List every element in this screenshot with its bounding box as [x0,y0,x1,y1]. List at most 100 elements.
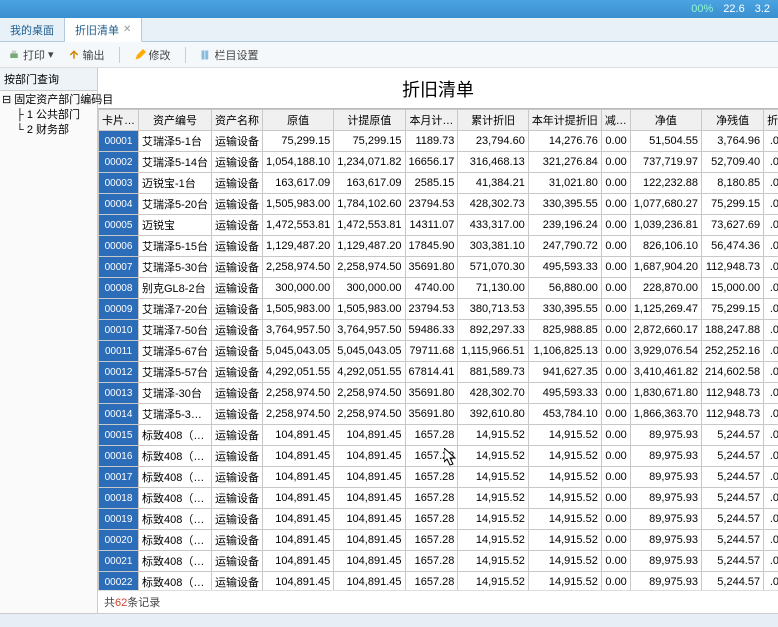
cell: 1657.28 [405,509,458,530]
cell: 00014 [99,404,139,425]
cell: 104,891.45 [263,551,334,572]
cell: .0158 [764,572,778,591]
table-row[interactable]: 00009艾瑞泽7-20台运输设备1,505,983.001,505,983.0… [99,299,778,320]
cell: 5,244.57 [702,572,764,591]
cell: 104,891.45 [263,509,334,530]
tree-item-finance[interactable]: └ 2 财务部 [2,123,95,138]
close-icon[interactable]: ✕ [123,24,131,35]
table-row[interactable]: 00006艾瑞泽5-15台运输设备1,129,487.201,129,487.2… [99,236,778,257]
export-button[interactable]: 输出 [68,47,105,63]
cell: 1,687,904.20 [630,257,701,278]
tab-desktop[interactable]: 我的桌面 [0,18,65,41]
cell: 8,180.85 [702,173,764,194]
table-row[interactable]: 00008别克GL8-2台运输设备300,000.00300,000.00474… [99,278,778,299]
cell: 89,975.93 [630,446,701,467]
cell: 89,975.93 [630,530,701,551]
table-row[interactable]: 00022标致408（…运输设备104,891.45104,891.451657… [99,572,778,591]
cell: 104,891.45 [334,488,405,509]
cell: 2,258,974.50 [334,257,405,278]
cell: 104,891.45 [263,530,334,551]
cell: .0158 [764,425,778,446]
cell: .0158 [764,194,778,215]
cell: 运输设备 [212,446,263,467]
table-row[interactable]: 00021标致408（…运输设备104,891.45104,891.451657… [99,551,778,572]
cell: 303,381.10 [458,236,528,257]
cell: 1,505,983.00 [334,299,405,320]
table-row[interactable]: 00014艾瑞泽5-3…运输设备2,258,974.502,258,974.50… [99,404,778,425]
cell: 00009 [99,299,139,320]
cell: 163,617.09 [263,173,334,194]
cell: 737,719.97 [630,152,701,173]
table-row[interactable]: 00010艾瑞泽7-50台运输设备3,764,957.503,764,957.5… [99,320,778,341]
cell: 75,299.15 [334,131,405,152]
cell: 321,276.84 [528,152,601,173]
column-header[interactable]: 原值 [263,110,334,131]
table-row[interactable]: 00018标致408（…运输设备104,891.45104,891.451657… [99,488,778,509]
cell: 1657.28 [405,530,458,551]
table-row[interactable]: 00001艾瑞泽5-1台运输设备75,299.1575,299.151189.7… [99,131,778,152]
cell: 1,039,236.81 [630,215,701,236]
table-row[interactable]: 00011艾瑞泽5-67台运输设备5,045,043.055,045,043.0… [99,341,778,362]
table-row[interactable]: 00019标致408（…运输设备104,891.45104,891.451657… [99,509,778,530]
cell: 52,709.40 [702,152,764,173]
table-row[interactable]: 00016标致408（…运输设备104,891.45104,891.451657… [99,446,778,467]
column-header[interactable]: 卡片… [99,110,139,131]
cell: 00019 [99,509,139,530]
cell: 00006 [99,236,139,257]
column-header[interactable]: 减… [601,110,630,131]
column-settings-button[interactable]: 栏目设置 [200,47,259,63]
cell: 标致408（… [139,425,212,446]
cell: 14,915.52 [458,572,528,591]
cell: 31,021.80 [528,173,601,194]
cell: 艾瑞泽7-50台 [139,320,212,341]
cell: 1,129,487.20 [263,236,334,257]
column-header[interactable]: 计提原值 [334,110,405,131]
cell: 380,713.53 [458,299,528,320]
cell: .0158 [764,446,778,467]
table-row[interactable]: 00005迈锐宝运输设备1,472,553.811,472,553.811431… [99,215,778,236]
column-header[interactable]: 本年计提折旧 [528,110,601,131]
edit-button[interactable]: 修改 [134,47,171,63]
cell: .0158 [764,152,778,173]
cell: 运输设备 [212,236,263,257]
cell: 1,866,363.70 [630,404,701,425]
cell: 0.00 [601,173,630,194]
table-row[interactable]: 00017标致408（…运输设备104,891.45104,891.451657… [99,467,778,488]
stat-2: 3.2 [755,3,770,15]
table-row[interactable]: 00015标致408（…运输设备104,891.45104,891.451657… [99,425,778,446]
cell: 433,317.00 [458,215,528,236]
data-grid[interactable]: 卡片…资产编号资产名称原值计提原值本月计…累计折旧本年计提折旧减…净值净残值折旧… [98,108,778,590]
tab-depreciation[interactable]: 折旧清单✕ [65,18,142,42]
table-row[interactable]: 00020标致408（…运输设备104,891.45104,891.451657… [99,530,778,551]
tree-root[interactable]: ⊟ 固定资产部门编码目 [2,93,95,108]
column-header[interactable]: 净值 [630,110,701,131]
column-header[interactable]: 累计折旧 [458,110,528,131]
cell: 1,115,966.51 [458,341,528,362]
cell: 51,504.55 [630,131,701,152]
print-button[interactable]: 打印▾ [8,47,54,63]
cell: 571,070.30 [458,257,528,278]
column-header[interactable]: 折旧率 [764,110,778,131]
tree-item-public[interactable]: ├ 1 公共部门 [2,108,95,123]
column-header[interactable]: 资产编号 [139,110,212,131]
table-row[interactable]: 00002艾瑞泽5-14台运输设备1,054,188.101,234,071.8… [99,152,778,173]
table-row[interactable]: 00013艾瑞泽-30台运输设备2,258,974.502,258,974.50… [99,383,778,404]
cell: 14,915.52 [528,530,601,551]
column-header[interactable]: 本月计… [405,110,458,131]
cell: 825,988.85 [528,320,601,341]
cell: 56,474.36 [702,236,764,257]
cell: 00005 [99,215,139,236]
cell: 00018 [99,488,139,509]
table-row[interactable]: 00012艾瑞泽5-57台运输设备4,292,051.554,292,051.5… [99,362,778,383]
cell: .0158 [764,530,778,551]
table-row[interactable]: 00003迈锐宝-1台运输设备163,617.09163,617.092585.… [99,173,778,194]
cell: 00007 [99,257,139,278]
column-header[interactable]: 资产名称 [212,110,263,131]
cell: 104,891.45 [334,446,405,467]
cell: 35691.80 [405,383,458,404]
column-header[interactable]: 净残值 [702,110,764,131]
table-row[interactable]: 00007艾瑞泽5-30台运输设备2,258,974.502,258,974.5… [99,257,778,278]
cell: 14,915.52 [458,467,528,488]
cell: 3,929,076.54 [630,341,701,362]
table-row[interactable]: 00004艾瑞泽5-20台运输设备1,505,983.001,784,102.6… [99,194,778,215]
